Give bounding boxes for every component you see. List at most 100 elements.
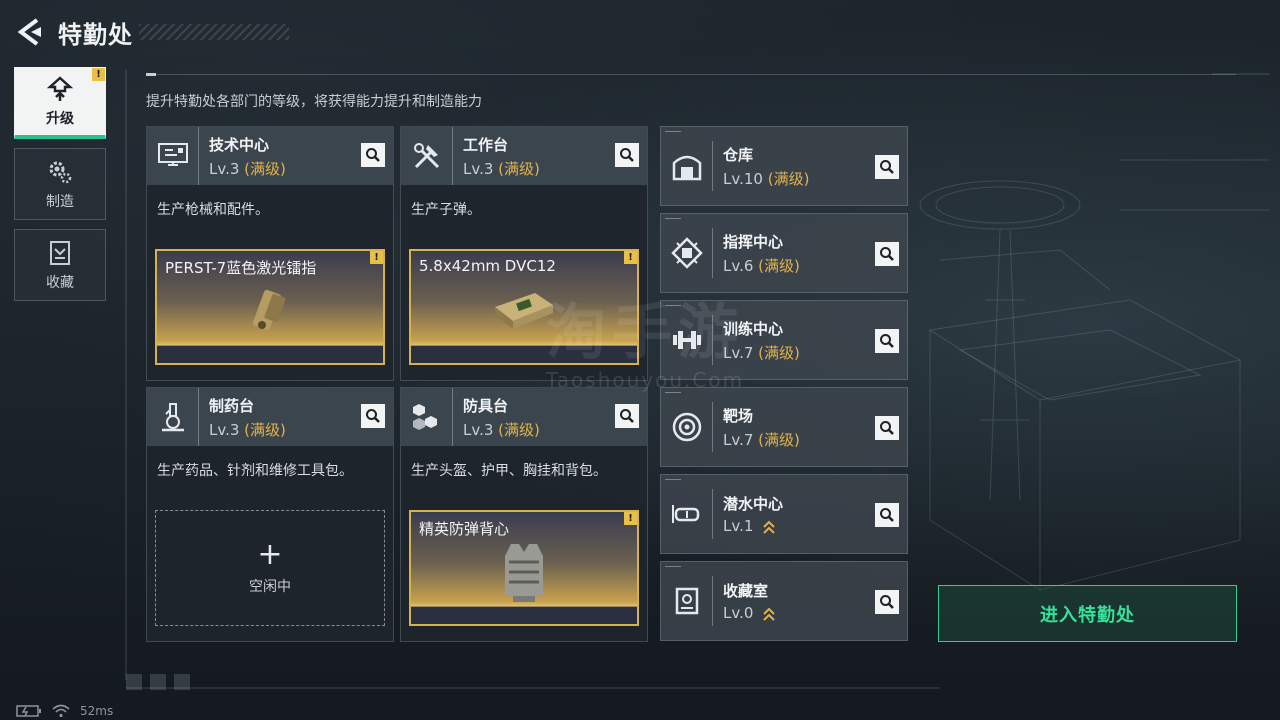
inspect-button[interactable] <box>615 143 639 167</box>
search-icon <box>880 247 894 261</box>
facility-description: 生产枪械和配件。 <box>157 202 269 218</box>
search-icon <box>880 595 894 609</box>
search-icon <box>620 148 634 162</box>
facility-warehouse[interactable]: 仓库 Lv.10 (满级) <box>660 126 908 206</box>
production-slot[interactable]: 5.8x42mm DVC12 ! <box>409 249 639 365</box>
inspect-button[interactable] <box>875 155 899 179</box>
laser-sight-image <box>252 289 286 331</box>
top-bar: 特勤处 <box>12 12 289 52</box>
add-icon: + <box>257 537 283 572</box>
ammo-box-image <box>495 293 553 329</box>
facility-name: 工作台 <box>463 135 509 154</box>
card-pharmacy: 制药台 Lv.3 (满级) 生产药品、针剂和维修工具包。 + 空闲中 <box>146 387 394 642</box>
armor-vest-image <box>505 544 543 602</box>
diving-goggles-icon <box>661 489 713 539</box>
inspect-button[interactable] <box>875 416 899 440</box>
wifi-icon <box>52 704 70 718</box>
enter-button-label: 进入特勤处 <box>1040 604 1135 626</box>
facility-level: Lv.1 <box>723 517 783 535</box>
facility-name: 防具台 <box>463 396 509 415</box>
inspect-button[interactable] <box>875 242 899 266</box>
inspect-button[interactable] <box>875 503 899 527</box>
facility-name: 潜水中心 <box>723 495 784 513</box>
side-nav: 升级 ! 制造 收藏 <box>14 67 106 310</box>
search-icon <box>880 160 894 174</box>
nav-label-craft: 制造 <box>46 193 74 210</box>
production-slot[interactable]: 精英防弹背心 ! <box>409 510 639 626</box>
ping-value: 52ms <box>80 704 114 718</box>
nav-label-upgrade: 升级 <box>46 111 74 127</box>
production-slot[interactable]: PERST-7蓝色激光镭指 ! <box>155 249 385 365</box>
inspect-button[interactable] <box>875 329 899 353</box>
facility-level: Lv.3 (满级) <box>209 159 286 178</box>
card-header: 防具台 Lv.3 (满级) <box>401 388 647 446</box>
status-bar: 52ms <box>16 704 123 718</box>
empty-production-slot[interactable]: + 空闲中 <box>155 510 385 626</box>
facility-diving-center[interactable]: 潜水中心 Lv.1 <box>660 474 908 554</box>
enter-special-ops-button[interactable]: 进入特勤处 <box>938 585 1237 642</box>
search-icon <box>880 508 894 522</box>
upgrade-arrows-icon <box>763 520 775 534</box>
back-arrow-icon <box>17 18 41 46</box>
nav-item-collection[interactable]: 收藏 <box>14 229 106 301</box>
alert-badge: ! <box>624 251 637 264</box>
card-tech-center: 技术中心 Lv.3 (满级) 生产枪械和配件。 PERST-7蓝色激光镭指 ! <box>146 126 394 381</box>
facility-level: Lv.7 (满级) <box>723 343 800 362</box>
upgrade-arrows-icon <box>763 607 775 621</box>
tech-center-icon <box>147 127 199 185</box>
item-name: 精英防弹背心 <box>419 520 510 538</box>
alert-badge: ! <box>92 68 105 81</box>
facility-shooting-range[interactable]: 靶场 Lv.7 (满级) <box>660 387 908 467</box>
facility-level: Lv.7 (满级) <box>723 430 800 449</box>
page-subtitle: 提升特勤处各部门的等级，将获得能力提升和制造能力 <box>146 94 482 110</box>
search-icon <box>880 421 894 435</box>
facility-level: Lv.3 (满级) <box>209 420 286 439</box>
inspect-button[interactable] <box>875 590 899 614</box>
search-icon <box>880 334 894 348</box>
page-title: 特勤处 <box>58 20 133 49</box>
collection-room-icon <box>661 576 713 626</box>
facility-training-center[interactable]: 训练中心 Lv.7 (满级) <box>660 300 908 380</box>
card-header: 制药台 Lv.3 (满级) <box>147 388 393 446</box>
search-icon <box>620 409 634 423</box>
card-header: 工作台 Lv.3 (满级) <box>401 127 647 185</box>
inspect-button[interactable] <box>361 404 385 428</box>
gears-icon <box>49 161 72 183</box>
facility-name: 技术中心 <box>209 135 270 154</box>
facility-level: Lv.0 <box>723 604 776 622</box>
nav-item-craft[interactable]: 制造 <box>14 148 106 220</box>
search-icon <box>366 148 380 162</box>
facility-level: Lv.3 (满级) <box>463 159 540 178</box>
facility-name: 靶场 <box>723 406 754 425</box>
workbench-tools-icon <box>401 127 453 185</box>
item-name: PERST-7蓝色激光镭指 <box>165 259 317 277</box>
microscope-icon <box>147 388 199 446</box>
battery-icon <box>16 705 41 717</box>
alert-badge: ! <box>624 512 637 525</box>
warehouse-icon <box>661 141 713 191</box>
facility-level: Lv.6 (满级) <box>723 256 800 275</box>
facility-name: 指挥中心 <box>723 232 784 251</box>
upgrade-icon <box>46 76 74 101</box>
nav-item-upgrade[interactable]: 升级 ! <box>14 67 106 139</box>
divider-line <box>146 73 1236 76</box>
card-workbench: 工作台 Lv.3 (满级) 生产子弹。 5.8x42mm DVC12 ! <box>400 126 648 381</box>
card-header: 技术中心 Lv.3 (满级) <box>147 127 393 185</box>
card-armor-bench: 防具台 Lv.3 (满级) 生产头盔、护甲、胸挂和背包。 精英防弹背心 ! <box>400 387 648 642</box>
item-name: 5.8x42mm DVC12 <box>419 257 556 275</box>
facility-name: 收藏室 <box>723 582 769 600</box>
facility-level: Lv.3 (满级) <box>463 420 540 439</box>
title-decoration <box>139 24 289 40</box>
back-button[interactable] <box>12 14 48 50</box>
alert-badge: ! <box>370 251 383 264</box>
facility-description: 生产药品、针剂和维修工具包。 <box>157 463 353 479</box>
facility-description: 生产子弹。 <box>411 202 481 218</box>
target-icon <box>661 402 713 452</box>
nav-label-collection: 收藏 <box>46 274 74 291</box>
facility-command-center[interactable]: 指挥中心 Lv.6 (满级) <box>660 213 908 293</box>
facility-name: 仓库 <box>723 145 754 164</box>
collection-icon <box>50 240 70 265</box>
facility-collection-room[interactable]: 收藏室 Lv.0 <box>660 561 908 641</box>
inspect-button[interactable] <box>361 143 385 167</box>
inspect-button[interactable] <box>615 404 639 428</box>
